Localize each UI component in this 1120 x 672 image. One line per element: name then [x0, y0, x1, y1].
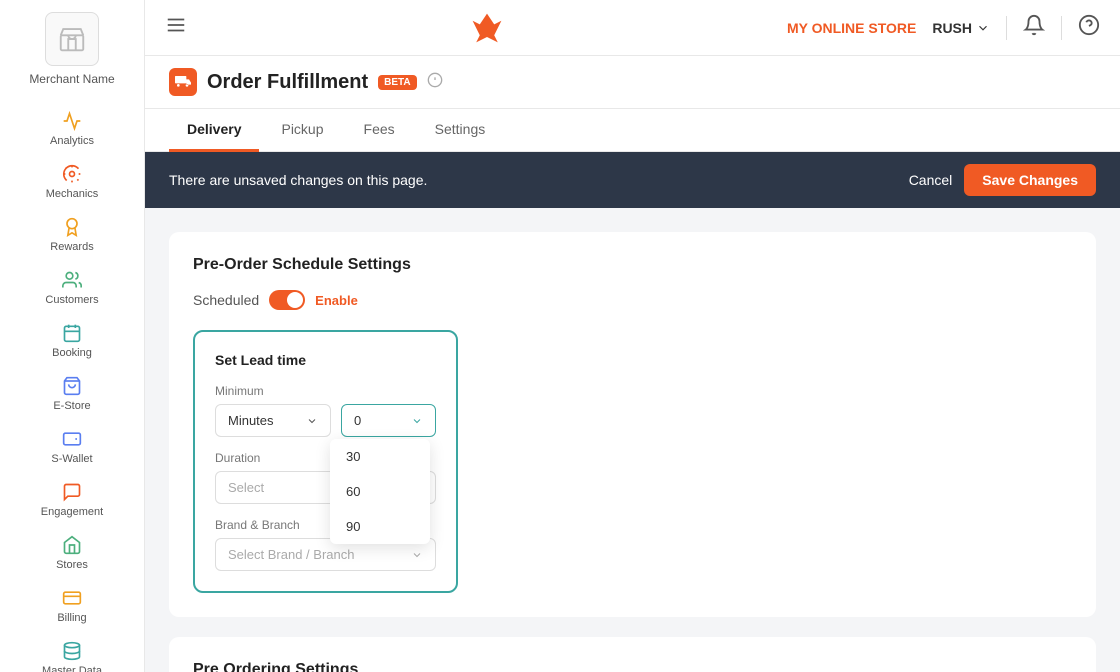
- master-data-icon: [61, 640, 83, 662]
- dropdown-option-60[interactable]: 60: [330, 474, 430, 509]
- warning-bar: There are unsaved changes on this page. …: [145, 152, 1120, 208]
- sidebar: Merchant Name Analytics Mechanics: [0, 0, 145, 672]
- tab-delivery[interactable]: Delivery: [169, 109, 259, 152]
- tabs-bar: Delivery Pickup Fees Settings: [145, 109, 1120, 152]
- mechanics-icon: [61, 163, 83, 185]
- page-title: Order Fulfillment: [207, 71, 368, 94]
- minimum-select-row: Minutes 0 30 60 90: [215, 404, 436, 437]
- merchant-avatar: [45, 12, 99, 66]
- merchant-info: Merchant Name: [29, 12, 114, 86]
- analytics-icon: [61, 110, 83, 132]
- value-display: 0: [354, 413, 361, 428]
- store-switcher-label: RUSH: [932, 20, 972, 36]
- header-right: MY ONLINE STORE RUSH: [787, 14, 1100, 41]
- value-select[interactable]: 0: [341, 404, 436, 437]
- page-info-icon[interactable]: [427, 72, 443, 93]
- notification-button[interactable]: [1023, 14, 1045, 41]
- scheduled-label: Scheduled: [193, 292, 259, 308]
- pre-order-section-title: Pre-Order Schedule Settings: [193, 256, 411, 274]
- sidebar-item-rewards[interactable]: Rewards: [0, 208, 144, 261]
- billing-icon: [61, 587, 83, 609]
- lead-time-card: Set Lead time Minimum Minutes 0 30: [193, 330, 458, 593]
- engagement-label: Engagement: [41, 506, 103, 518]
- enable-label: Enable: [315, 293, 358, 308]
- sidebar-item-billing[interactable]: Billing: [0, 579, 144, 632]
- page-icon: [169, 68, 197, 96]
- tab-pickup[interactable]: Pickup: [263, 109, 341, 152]
- dropdown-option-30[interactable]: 30: [330, 439, 430, 474]
- sidebar-item-master-data[interactable]: Master Data: [0, 632, 144, 672]
- rewards-label: Rewards: [50, 241, 93, 253]
- customers-icon: [61, 269, 83, 291]
- engagement-icon: [61, 481, 83, 503]
- sidebar-item-analytics[interactable]: Analytics: [0, 102, 144, 155]
- cancel-button[interactable]: Cancel: [909, 172, 953, 188]
- estore-icon: [61, 375, 83, 397]
- value-dropdown-menu: 30 60 90: [330, 439, 430, 544]
- analytics-label: Analytics: [50, 135, 94, 147]
- page-beta-tag: BETA: [378, 75, 416, 90]
- scheduled-row: Scheduled Enable: [193, 290, 1072, 310]
- toggle-thumb: [287, 292, 303, 308]
- save-changes-button[interactable]: Save Changes: [964, 164, 1096, 196]
- customers-label: Customers: [45, 294, 98, 306]
- page-header: Order Fulfillment BETA: [145, 56, 1120, 109]
- sidebar-item-booking[interactable]: Booking: [0, 314, 144, 367]
- billing-label: Billing: [57, 612, 86, 624]
- content-area: Pre-Order Schedule Settings Scheduled En…: [145, 208, 1120, 672]
- swallet-icon: [61, 428, 83, 450]
- minimum-label: Minimum: [215, 384, 436, 398]
- merchant-name: Merchant Name: [29, 72, 114, 86]
- store-switcher[interactable]: RUSH: [932, 20, 990, 36]
- sidebar-item-swallet[interactable]: S-Wallet: [0, 420, 144, 473]
- minutes-value: Minutes: [228, 413, 274, 428]
- estore-label: E-Store: [53, 400, 90, 412]
- main-content: MY ONLINE STORE RUSH: [145, 0, 1120, 672]
- master-data-label: Master Data: [42, 665, 102, 672]
- swallet-label: S-Wallet: [51, 453, 92, 465]
- minutes-select[interactable]: Minutes: [215, 404, 331, 437]
- stores-icon: [61, 534, 83, 556]
- dropdown-option-90[interactable]: 90: [330, 509, 430, 544]
- duration-placeholder: Select: [228, 480, 264, 495]
- top-header: MY ONLINE STORE RUSH: [145, 0, 1120, 56]
- header-divider2: [1061, 16, 1062, 40]
- booking-icon: [61, 322, 83, 344]
- sidebar-item-mechanics[interactable]: Mechanics: [0, 155, 144, 208]
- stores-label: Stores: [56, 559, 88, 571]
- booking-label: Booking: [52, 347, 92, 359]
- sidebar-item-customers[interactable]: Customers: [0, 261, 144, 314]
- header-divider: [1006, 16, 1007, 40]
- header-logo: [469, 10, 505, 46]
- store-name: MY ONLINE STORE: [787, 20, 916, 36]
- pre-ordering-settings-card: Pre Ordering Settings: [169, 637, 1096, 672]
- pre-ordering-title: Pre Ordering Settings: [193, 661, 1072, 672]
- header-left: [165, 14, 187, 41]
- pre-order-schedule-card: Pre-Order Schedule Settings Scheduled En…: [169, 232, 1096, 617]
- sidebar-item-estore[interactable]: E-Store: [0, 367, 144, 420]
- scheduled-toggle[interactable]: [269, 290, 305, 310]
- sidebar-item-engagement[interactable]: Engagement: [0, 473, 144, 526]
- tab-settings[interactable]: Settings: [417, 109, 504, 152]
- sidebar-navigation: Analytics Mechanics Rewards: [0, 102, 144, 672]
- warning-message: There are unsaved changes on this page.: [169, 172, 427, 188]
- lead-time-title: Set Lead time: [215, 352, 436, 368]
- mechanics-label: Mechanics: [46, 188, 99, 200]
- warning-actions: Cancel Save Changes: [909, 164, 1096, 196]
- hamburger-button[interactable]: [165, 14, 187, 41]
- rewards-icon: [61, 216, 83, 238]
- brand-branch-placeholder: Select Brand / Branch: [228, 547, 354, 562]
- tab-fees[interactable]: Fees: [346, 109, 413, 152]
- sidebar-item-stores[interactable]: Stores: [0, 526, 144, 579]
- help-button[interactable]: [1078, 14, 1100, 41]
